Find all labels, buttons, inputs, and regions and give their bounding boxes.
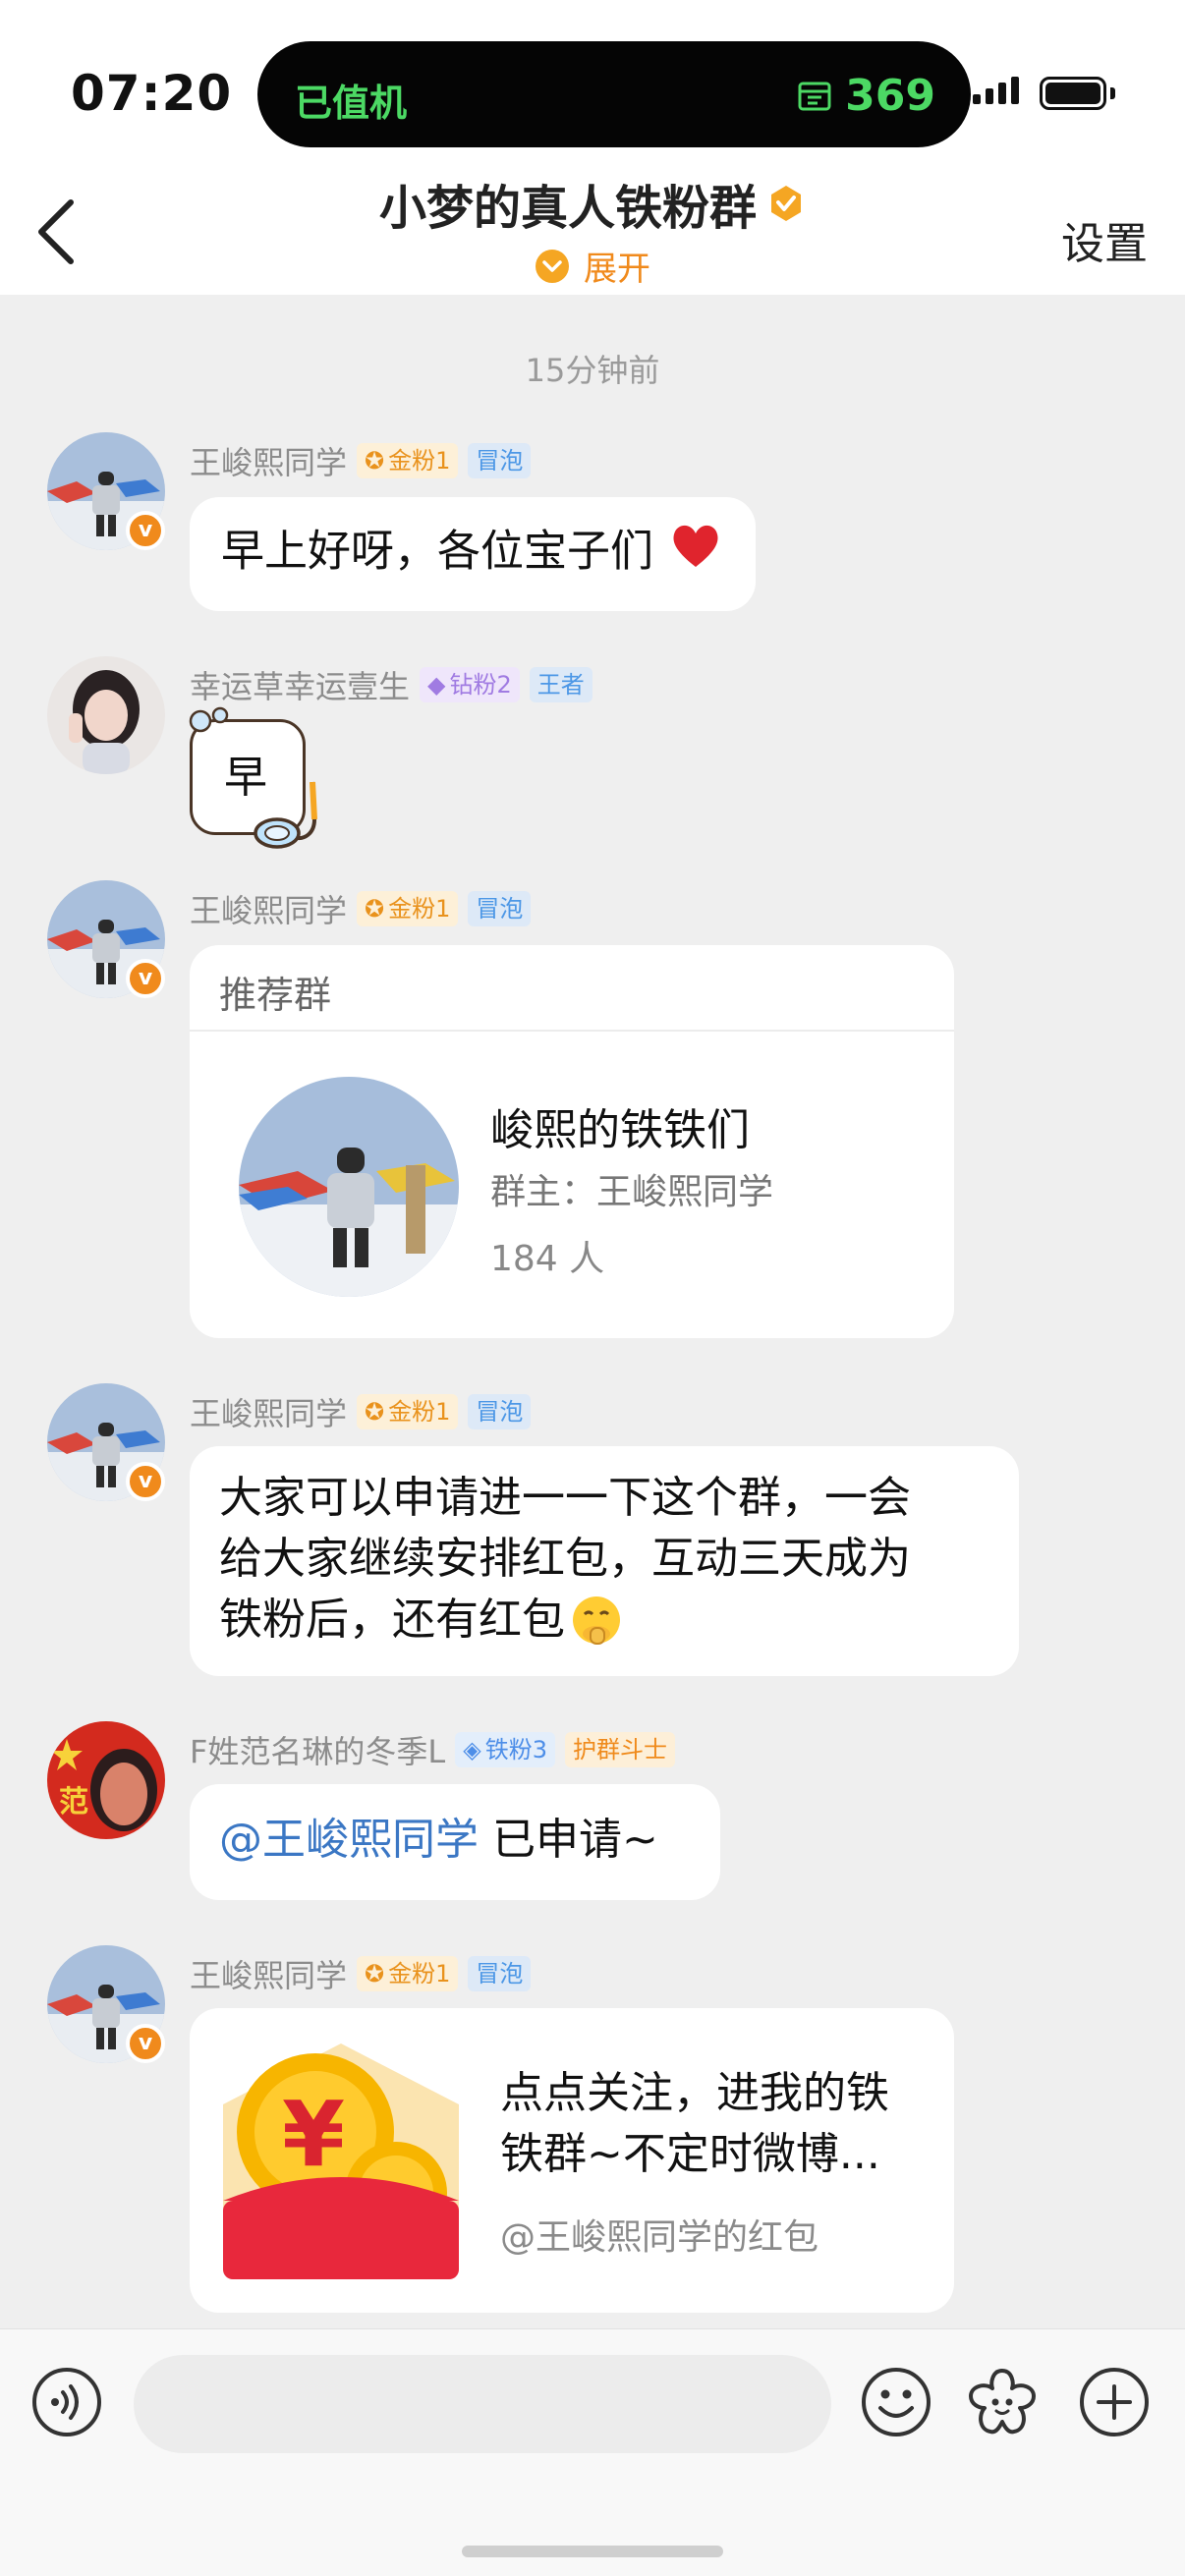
gold-fan-icon: ✪	[365, 895, 385, 923]
gold-fan-icon: ✪	[365, 1398, 385, 1426]
fan-level-badge: ◈ 铁粉3	[455, 1732, 555, 1767]
group-member-count: 184 人	[490, 1239, 605, 1279]
activity-badge: 冒泡	[468, 891, 532, 926]
avatar[interactable]: v	[47, 1383, 165, 1501]
verified-badge-icon	[771, 186, 801, 221]
activity-badge: 冒泡	[468, 1394, 532, 1429]
sender-name[interactable]: F姓范名琳的冬季L	[190, 1727, 445, 1772]
verified-v-icon: v	[126, 1462, 165, 1501]
gold-fan-icon: ✪	[365, 1960, 385, 1988]
smiley-icon[interactable]	[859, 2365, 933, 2439]
activity-badge: 王者	[529, 667, 592, 702]
verified-v-icon: v	[126, 2024, 165, 2063]
group-name: 峻熙的铁铁们	[490, 1105, 750, 1155]
shushing-face-icon	[573, 1596, 620, 1645]
avatar[interactable]: 范	[47, 1721, 165, 1839]
red-heart-icon	[669, 521, 722, 587]
sender-row: 王峻熙同学 ✪ 金粉1 冒泡	[190, 1951, 532, 1996]
sender-row: 幸运草幸运壹生 ◆ 钻粉2 王者	[190, 662, 592, 707]
status-time: 07:20	[71, 65, 233, 122]
sender-row: 王峻熙同学 ✪ 金粉1 冒泡	[190, 1389, 532, 1434]
message-text: 早上好呀，各位宝子们	[221, 526, 653, 577]
avatar-photo: 范	[47, 1721, 165, 1839]
red-packet-source: @王峻熙同学的红包	[500, 2217, 819, 2258]
avatar[interactable]: v	[47, 432, 165, 550]
sender-row: 王峻熙同学 ✪ 金粉1 冒泡	[190, 438, 532, 483]
guardian-badge: 护群斗士	[565, 1732, 675, 1767]
message-line: 大家可以申请进一一下这个群，一会	[219, 1473, 911, 1523]
battery-icon	[1040, 77, 1106, 110]
plus-icon[interactable]	[1077, 2365, 1152, 2439]
sender-name[interactable]: 王峻熙同学	[190, 886, 347, 931]
group-recommend-card[interactable]: 推荐群 峻熙的铁铁们 群主：王峻熙同学 184 人	[190, 945, 954, 1338]
message-text: 已申请~	[479, 1815, 658, 1865]
fan-level-badge: ✪ 金粉1	[357, 891, 459, 926]
verified-v-icon: v	[126, 959, 165, 998]
avatar[interactable]: v	[47, 880, 165, 998]
flight-ticket-icon	[798, 82, 831, 110]
sender-name[interactable]: 王峻熙同学	[190, 1951, 347, 1996]
fan-level-badge: ✪ 金粉1	[357, 443, 459, 478]
red-packet-icon: ¥	[223, 2044, 459, 2279]
group-title: 小梦的真人铁粉群	[378, 181, 757, 236]
expand-toggle[interactable]: 展开	[0, 242, 1185, 293]
battery-tip	[1110, 87, 1115, 99]
card-header: 推荐群	[219, 974, 332, 1017]
gold-fan-icon: ✪	[365, 447, 385, 475]
group-avatar	[239, 1077, 459, 1297]
red-packet-line: 铁群~不定时微博...	[500, 2129, 880, 2179]
sender-name[interactable]: 王峻熙同学	[190, 1389, 347, 1434]
activity-badge: 冒泡	[468, 443, 532, 478]
svg-text:范: 范	[59, 1785, 88, 1820]
bubble-decoration-icon	[189, 706, 229, 733]
voice-icon[interactable]	[29, 2365, 104, 2439]
fan-level-badge: ✪ 金粉1	[357, 1394, 459, 1429]
avatar[interactable]	[47, 656, 165, 774]
message-bubble[interactable]: 早上好呀，各位宝子们	[190, 497, 756, 611]
avatar[interactable]: v	[47, 1945, 165, 2063]
snorkel-icon	[254, 781, 317, 849]
island-flight-info: 369	[796, 71, 935, 121]
sender-row: F姓范名琳的冬季L ◈ 铁粉3 护群斗士	[190, 1727, 675, 1772]
signal-icon	[973, 77, 1019, 104]
sender-row: 王峻熙同学 ✪ 金粉1 冒泡	[190, 886, 532, 931]
fan-level-badge: ✪ 金粉1	[357, 1956, 459, 1991]
sender-name[interactable]: 幸运草幸运壹生	[190, 662, 410, 707]
header: 07:20 已值机 369 小梦的真人铁粉群 展开 设置	[0, 0, 1185, 295]
island-number: 369	[845, 71, 935, 121]
flower-sticker-icon[interactable]	[965, 2365, 1040, 2439]
red-packet-card[interactable]: ¥ 点点关注，进我的铁 铁群~不定时微博... @王峻熙同学的红包	[190, 2008, 954, 2313]
chevron-down-icon	[536, 249, 569, 283]
dynamic-island[interactable]: 已值机 369	[257, 41, 971, 147]
card-divider	[190, 1030, 954, 1032]
diamond-icon: ◆	[427, 671, 446, 699]
avatar-photo	[47, 656, 165, 774]
expand-label: 展开	[584, 250, 650, 289]
home-indicator[interactable]	[462, 2546, 723, 2557]
fan-level-badge: ◆ 钻粉2	[420, 667, 520, 702]
message-timestamp: 15分钟前	[525, 352, 660, 389]
mention-link[interactable]: @王峻熙同学	[219, 1815, 479, 1865]
group-owner: 群主：王峻熙同学	[490, 1172, 774, 1212]
red-packet-line: 点点关注，进我的铁	[500, 2068, 889, 2118]
message-input[interactable]	[134, 2355, 831, 2453]
red-packet-message: 点点关注，进我的铁 铁群~不定时微博...	[500, 2063, 889, 2185]
message-bubble[interactable]: 大家可以申请进一一下这个群，一会 给大家继续安排红包，互动三天成为 铁粉后，还有…	[190, 1446, 1019, 1676]
message-line: 给大家继续安排红包，互动三天成为	[219, 1534, 911, 1584]
island-status-text: 已值机	[295, 82, 408, 125]
sender-name[interactable]: 王峻熙同学	[190, 438, 347, 483]
message-line: 铁粉后，还有红包	[219, 1590, 989, 1651]
svg-text:¥: ¥	[282, 2082, 345, 2187]
message-bubble[interactable]: @王峻熙同学 已申请~	[190, 1784, 720, 1900]
input-bar	[0, 2328, 1185, 2576]
chat-title[interactable]: 小梦的真人铁粉群	[0, 169, 1185, 238]
verified-v-icon: v	[126, 511, 165, 550]
iron-fan-icon: ◈	[463, 1736, 481, 1764]
activity-badge: 冒泡	[468, 1956, 532, 1991]
settings-button[interactable]: 设置	[1061, 208, 1148, 271]
